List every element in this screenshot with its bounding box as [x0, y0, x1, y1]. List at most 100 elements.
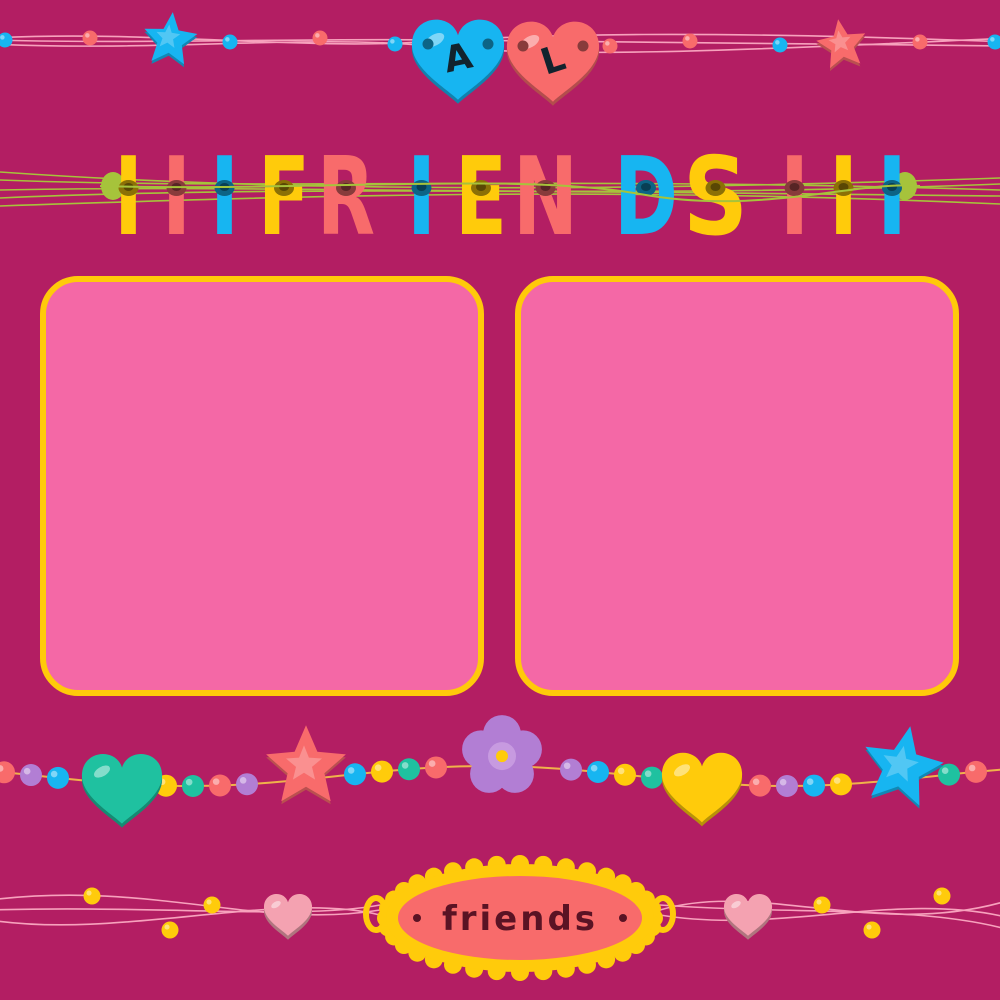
- bead-body: [20, 764, 42, 787]
- photo-slot-right[interactable]: [515, 276, 959, 696]
- bead-shine: [85, 33, 90, 38]
- bead-shine: [23, 767, 31, 775]
- bead: [387, 36, 403, 52]
- flower-icon: [462, 715, 542, 793]
- bead-shine: [374, 764, 382, 772]
- bead: [641, 766, 663, 789]
- bead-body: [203, 896, 221, 914]
- bead-shine: [941, 767, 949, 775]
- bead-shine: [968, 764, 976, 772]
- title-letter-tile: I: [162, 135, 191, 260]
- heart-icon: L: [506, 21, 600, 106]
- bead-body: [182, 774, 204, 797]
- title-letter-tile: R: [317, 135, 375, 260]
- bead: [749, 774, 771, 797]
- bead-shine: [212, 778, 220, 785]
- bead-body: [222, 34, 238, 50]
- bead: [222, 34, 238, 50]
- title-letter: I: [877, 135, 907, 260]
- bead-shine: [590, 764, 598, 772]
- string-hole-inner: [789, 183, 800, 191]
- bead-body: [344, 763, 366, 786]
- oval-tag-icon: friends: [377, 855, 663, 981]
- string-hole-inner: [710, 183, 721, 191]
- heart-icon: [661, 752, 743, 827]
- bead-shine: [685, 36, 690, 41]
- bead-shine: [915, 37, 920, 42]
- title-letter: N: [513, 135, 578, 260]
- photo-slot-left[interactable]: [40, 276, 484, 696]
- bead-shine: [617, 767, 625, 775]
- string-hole-inner: [641, 183, 651, 191]
- string-hole: [482, 38, 494, 50]
- bead: [772, 37, 788, 53]
- name-tag-text: friends: [442, 899, 598, 939]
- bead: [912, 34, 928, 50]
- bead-body: [830, 773, 852, 796]
- bead: [398, 758, 420, 781]
- bead-shine: [225, 37, 230, 42]
- bead-body: [371, 760, 393, 783]
- title-letter: E: [455, 135, 507, 260]
- string-hole: [422, 38, 434, 50]
- string-hole: [517, 40, 529, 52]
- heart-body: [263, 894, 313, 936]
- bead-body: [83, 887, 101, 905]
- bead-body: [398, 758, 420, 781]
- bead: [236, 773, 258, 796]
- bead: [614, 763, 636, 786]
- bead-shine: [833, 777, 841, 784]
- bead-shine: [779, 778, 787, 786]
- title-letter-tile: I: [877, 135, 907, 260]
- bead: [83, 887, 101, 905]
- title-letter-tile: E: [455, 135, 507, 260]
- flower-center: [496, 750, 508, 763]
- bead-shine: [185, 778, 193, 786]
- charm-bead-bracelet: [0, 715, 1000, 828]
- bead-shine: [866, 924, 872, 930]
- bead: [312, 30, 328, 46]
- scrapbook-page: AL IIIFRIENDSIII friends: [0, 0, 1000, 1000]
- title-letter: I: [114, 135, 143, 260]
- bead-body: [209, 774, 231, 797]
- bead: [587, 761, 609, 784]
- bead-shine: [206, 899, 212, 905]
- bead-body: [933, 887, 951, 905]
- tag-dot: [413, 914, 421, 922]
- bead-body: [602, 38, 618, 54]
- top-letter-bracelet: AL: [0, 12, 1000, 106]
- bead-shine: [164, 924, 170, 930]
- bead-body: [161, 921, 179, 939]
- bead: [682, 33, 698, 49]
- heart-body: [661, 752, 743, 823]
- bead-body: [82, 30, 98, 46]
- bead: [161, 921, 179, 939]
- bead-shine: [752, 778, 760, 786]
- bead-shine: [806, 778, 814, 786]
- bead-shine: [936, 890, 942, 896]
- title-letter: R: [317, 135, 375, 260]
- title-letter-tile: I: [407, 135, 436, 260]
- bead: [182, 774, 204, 797]
- bead: [602, 38, 618, 54]
- bead: [209, 774, 231, 797]
- bead: [987, 34, 1000, 50]
- bead: [813, 896, 831, 914]
- bead-shine: [401, 762, 409, 769]
- bead: [776, 774, 798, 797]
- heart-body: [81, 753, 163, 824]
- bead: [20, 764, 42, 787]
- title-letter-tile: S: [683, 135, 748, 260]
- title-letter: I: [162, 135, 191, 260]
- bead: [82, 30, 98, 46]
- bead: [344, 763, 366, 786]
- title-letter-tile: N: [513, 135, 578, 260]
- title-letter-tile: I: [829, 135, 858, 260]
- star-icon: [266, 725, 346, 805]
- bead-shine: [775, 40, 780, 45]
- heart-icon: [723, 894, 773, 940]
- bead-body: [912, 34, 928, 50]
- bead-body: [965, 760, 987, 783]
- string-hole-inner: [887, 183, 897, 191]
- star-icon: [865, 726, 944, 809]
